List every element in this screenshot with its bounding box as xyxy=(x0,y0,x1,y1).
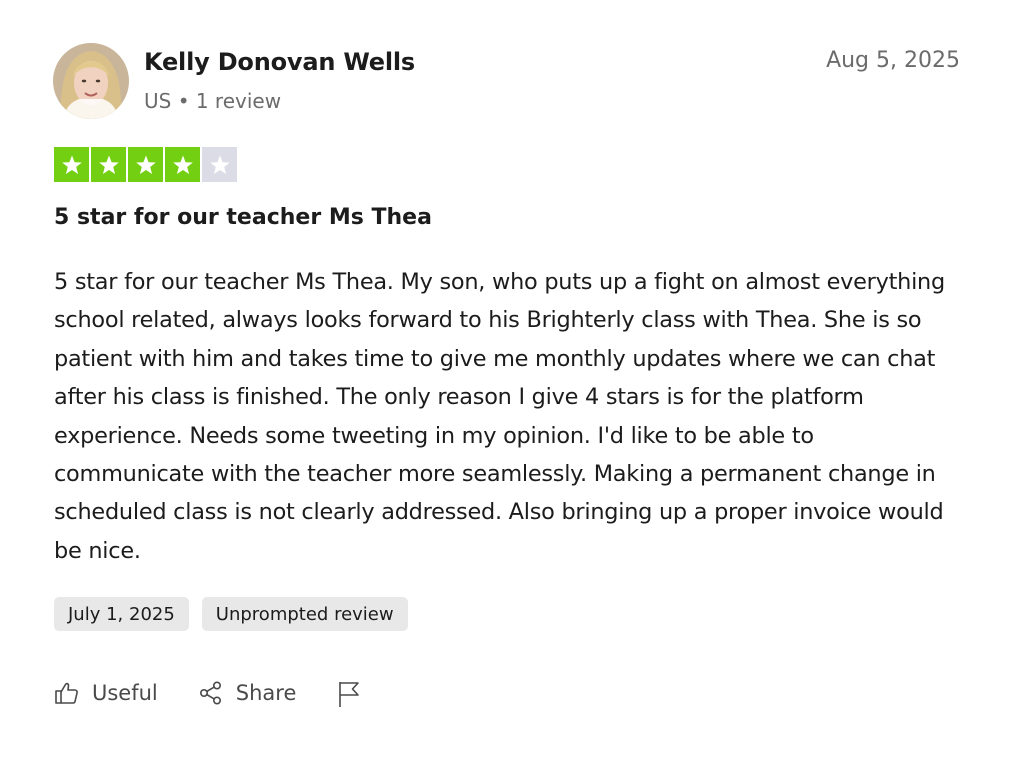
report-button[interactable] xyxy=(336,680,362,707)
reviewer-name[interactable]: Kelly Donovan Wells xyxy=(144,46,415,78)
flag-icon xyxy=(336,680,362,707)
review-tags: July 1, 2025 Unprompted review xyxy=(54,597,408,631)
review-title[interactable]: 5 star for our teacher Ms Thea xyxy=(54,202,432,234)
star-icon xyxy=(61,155,82,174)
star-rating xyxy=(54,147,237,182)
review-date: Aug 5, 2025 xyxy=(826,48,960,73)
star-filled xyxy=(128,147,163,182)
star-empty xyxy=(202,147,237,182)
star-filled xyxy=(165,147,200,182)
review-card: Kelly Donovan Wells US • 1 review Aug 5,… xyxy=(0,0,1024,760)
review-type-tag[interactable]: Unprompted review xyxy=(201,597,408,631)
star-filled xyxy=(54,147,89,182)
reviewer-meta: US • 1 review xyxy=(144,89,282,113)
review-body: 5 star for our teacher Ms Thea. My son, … xyxy=(54,269,945,564)
share-button[interactable]: Share xyxy=(198,680,297,706)
useful-button[interactable]: Useful xyxy=(54,680,158,706)
star-icon xyxy=(172,155,193,174)
thumbs-up-icon xyxy=(54,680,80,706)
experience-date-tag: July 1, 2025 xyxy=(54,597,189,631)
share-icon xyxy=(198,680,224,706)
star-icon xyxy=(98,155,119,174)
star-icon xyxy=(135,155,156,174)
avatar[interactable] xyxy=(53,43,129,119)
star-icon xyxy=(209,155,230,174)
share-label: Share xyxy=(235,681,297,705)
useful-label: Useful xyxy=(92,681,158,705)
star-filled xyxy=(91,147,126,182)
review-actions: Useful Share xyxy=(54,680,362,707)
